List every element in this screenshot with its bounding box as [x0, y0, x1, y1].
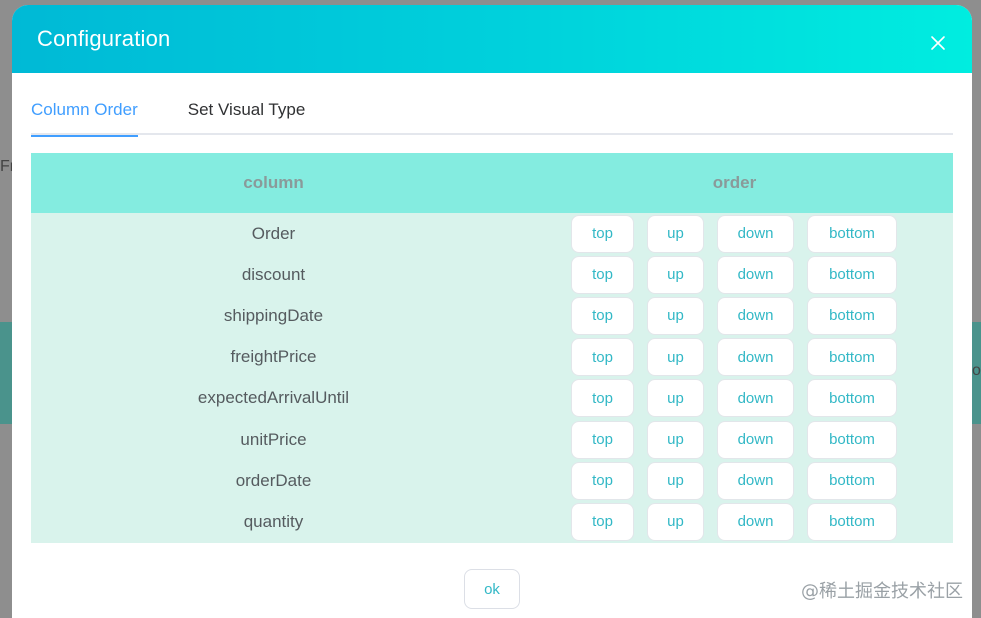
dialog-title: Configuration	[37, 26, 171, 51]
move-bottom-button[interactable]: bottom	[807, 255, 897, 294]
move-down-button[interactable]: down	[717, 214, 794, 253]
column-order-table: column order Order top up down bottom discoun…	[31, 153, 953, 543]
move-down-button[interactable]: down	[717, 338, 794, 377]
move-bottom-button[interactable]: bottom	[807, 296, 897, 335]
move-bottom-button[interactable]: bottom	[807, 379, 897, 418]
move-up-button[interactable]: up	[647, 338, 704, 377]
table-row: shippingDate top up down bottom	[31, 295, 953, 336]
tab-set-visual-type[interactable]: Set Visual Type	[188, 95, 306, 135]
table-row: discount top up down bottom	[31, 254, 953, 295]
order-actions: top up down bottom	[516, 296, 897, 335]
move-down-button[interactable]: down	[717, 502, 794, 541]
move-up-button[interactable]: up	[647, 255, 704, 294]
column-name: unitPrice	[240, 429, 307, 449]
table-header: column order	[31, 153, 953, 213]
table-row: Order top up down bottom	[31, 213, 953, 254]
move-bottom-button[interactable]: bottom	[807, 420, 897, 459]
table-row: orderDate top up down bottom	[31, 460, 953, 501]
background-text-fragment-right: on	[972, 362, 981, 379]
order-actions: top up down bottom	[516, 255, 897, 294]
move-top-button[interactable]: top	[571, 379, 634, 418]
order-actions: top up down bottom	[516, 420, 897, 459]
move-bottom-button[interactable]: bottom	[807, 461, 897, 500]
column-name: shippingDate	[223, 305, 324, 325]
move-top-button[interactable]: top	[571, 420, 634, 459]
tab-column-order[interactable]: Column Order	[31, 95, 138, 137]
table-row: unitPrice top up down bottom	[31, 419, 953, 460]
order-actions: top up down bottom	[516, 502, 897, 541]
move-down-button[interactable]: down	[717, 255, 794, 294]
move-top-button[interactable]: top	[571, 338, 634, 377]
background-text-fragment: Fr	[0, 158, 12, 175]
move-down-button[interactable]: down	[717, 420, 794, 459]
move-up-button[interactable]: up	[647, 420, 704, 459]
table-body: Order top up down bottom discount top up down bot…	[31, 213, 953, 543]
column-name: expectedArrivalUntil	[197, 388, 350, 408]
move-top-button[interactable]: top	[571, 502, 634, 541]
header-column: column	[243, 173, 304, 192]
move-top-button[interactable]: top	[571, 214, 634, 253]
order-actions: top up down bottom	[516, 379, 897, 418]
move-bottom-button[interactable]: bottom	[807, 502, 897, 541]
move-top-button[interactable]: top	[571, 461, 634, 500]
move-down-button[interactable]: down	[717, 296, 794, 335]
column-name: freightPrice	[230, 347, 317, 367]
move-top-button[interactable]: top	[571, 255, 634, 294]
order-actions: top up down bottom	[516, 461, 897, 500]
header-order: order	[712, 173, 757, 192]
move-up-button[interactable]: up	[647, 379, 704, 418]
move-down-button[interactable]: down	[717, 379, 794, 418]
order-actions: top up down bottom	[516, 214, 897, 253]
table-row: quantity top up down bottom	[31, 501, 953, 542]
table-row: freightPrice top up down bottom	[31, 337, 953, 378]
order-actions: top up down bottom	[516, 338, 897, 377]
column-name: discount	[241, 264, 306, 284]
tab-bar: Column Order Set Visual Type	[31, 95, 953, 137]
move-down-button[interactable]: down	[717, 461, 794, 500]
move-up-button[interactable]: up	[647, 214, 704, 253]
close-icon[interactable]	[930, 35, 946, 51]
move-up-button[interactable]: up	[647, 296, 704, 335]
column-name: orderDate	[235, 470, 312, 490]
watermark: @稀土掘金技术社区	[801, 581, 963, 602]
dialog-header: Configuration	[12, 5, 972, 73]
move-up-button[interactable]: up	[647, 461, 704, 500]
column-name: Order	[251, 223, 296, 243]
column-name: quantity	[243, 511, 304, 531]
configuration-dialog: Configuration Column Order Set Visual Ty…	[12, 5, 972, 618]
table-row: expectedArrivalUntil top up down bottom	[31, 378, 953, 419]
ok-button[interactable]: ok	[464, 569, 520, 609]
move-bottom-button[interactable]: bottom	[807, 214, 897, 253]
move-bottom-button[interactable]: bottom	[807, 338, 897, 377]
move-up-button[interactable]: up	[647, 502, 704, 541]
move-top-button[interactable]: top	[571, 296, 634, 335]
